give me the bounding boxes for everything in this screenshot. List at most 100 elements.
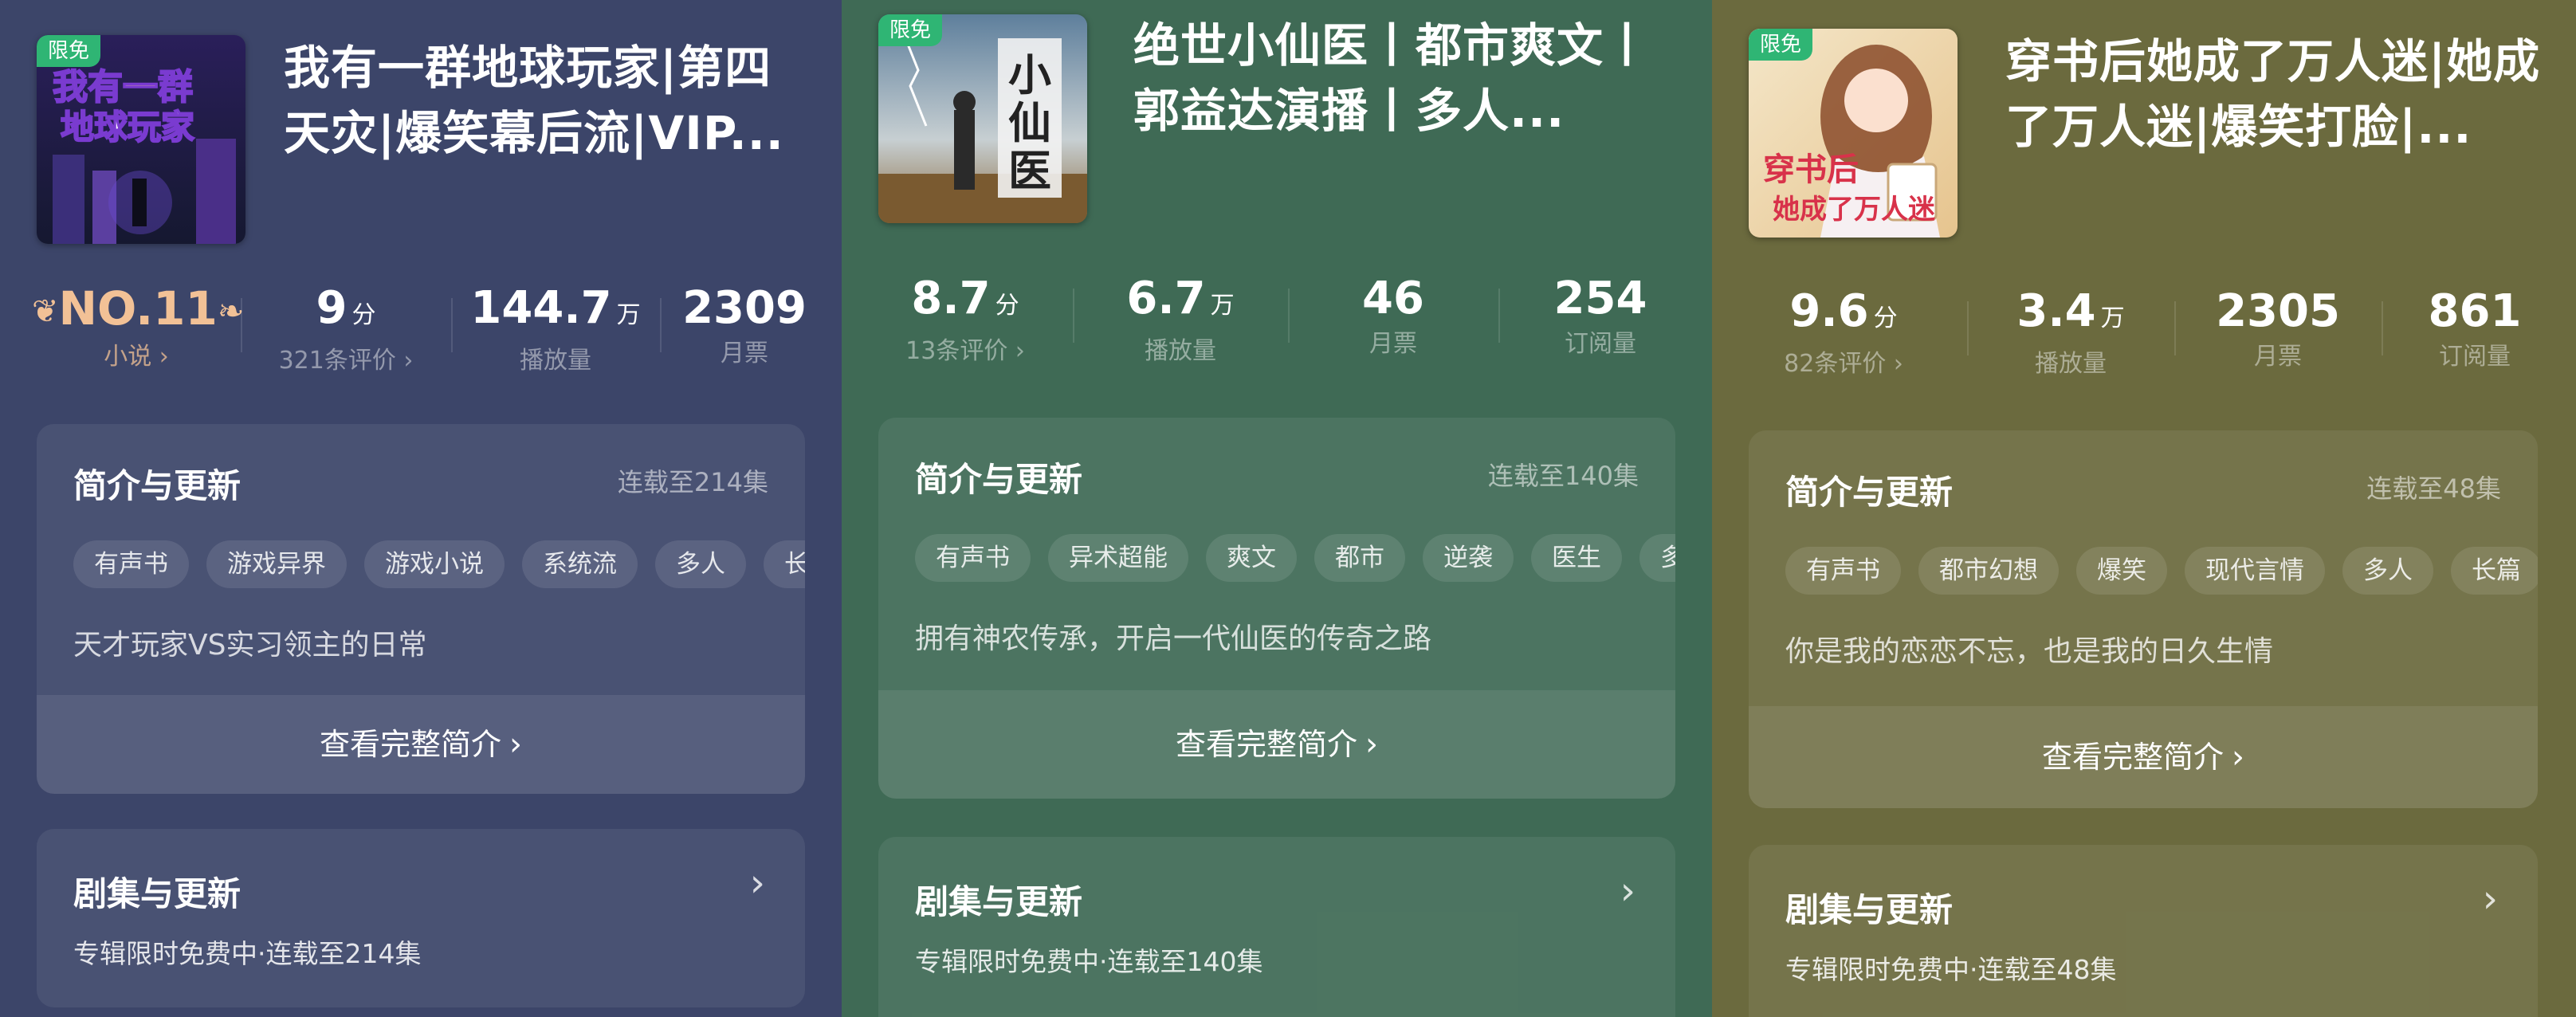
intro-card: 简介与更新 连载至140集 有声书 异术超能 爽文 都市 逆袭 医生 多人 拥有… (878, 418, 1675, 799)
episodes-subtitle: 专辑限时免费中·连载至214集 (73, 938, 422, 969)
intro-heading: 简介与更新 (73, 466, 242, 505)
svg-text:医: 医 (1008, 146, 1051, 196)
tag[interactable]: 有声书 (915, 534, 1031, 582)
rating-stat[interactable]: 9.6 分 82条评价 › (1720, 284, 1967, 395)
rank-value: NO.11 (58, 281, 218, 336)
rating-stat[interactable]: 9分 321条评价 › (241, 281, 451, 392)
free-badge: 限免 (878, 14, 942, 46)
rating-count: 13条评价 › (905, 337, 1025, 365)
episodes-card[interactable]: 剧集与更新 › 专辑限时免费中·连载至140集 (878, 837, 1675, 1017)
plays-stat: 6.7 万 播放量 (1073, 271, 1288, 383)
plays-value: 144.7 (470, 282, 612, 334)
view-full-intro-label: 查看完整简介 (2041, 740, 2224, 775)
tag[interactable]: 异术超能 (1048, 534, 1188, 582)
stats-row: ❦NO.11❧ 小说 › 9分 321条评价 › 144.7 万 播放量 2309… (32, 281, 829, 392)
episodes-heading: 剧集与更新 (1785, 890, 1954, 929)
monthly-tickets-stat: 2309 月票 (660, 281, 829, 392)
tag[interactable]: 游戏异界 (206, 540, 347, 588)
tag[interactable]: 长篇 (2451, 547, 2538, 595)
tag[interactable]: 医生 (1531, 534, 1622, 582)
serial-status: 连载至214集 (617, 467, 768, 497)
tag[interactable]: 爽文 (1206, 534, 1297, 582)
rating-unit: 分 (1873, 304, 1898, 332)
album-panel-1: 我有一群 地球玩家 限免 我有一群地球玩家|第四天灾|爆笑幕后流|VIP... … (0, 0, 842, 1017)
tag[interactable]: 都市 (1314, 534, 1405, 582)
view-full-intro-label: 查看完整简介 (319, 727, 501, 762)
chevron-right-icon: › (1620, 869, 1636, 913)
rating-stat[interactable]: 8.7 分 13条评价 › (858, 271, 1073, 383)
rank-stat[interactable]: ❦NO.11❧ 小说 › (32, 281, 244, 392)
serial-status: 连载至48集 (2366, 473, 2501, 504)
subscriptions-value: 861 (2428, 285, 2522, 337)
svg-text:地球玩家: 地球玩家 (61, 108, 194, 147)
tag[interactable]: 多人 (655, 540, 746, 588)
episodes-card[interactable]: 剧集与更新 › 专辑限时免费中·连载至48集 (1749, 845, 2538, 1017)
view-full-intro-label: 查看完整简介 (1175, 727, 1357, 762)
plays-stat: 3.4 万 播放量 (1967, 284, 2174, 395)
plays-stat: 144.7 万 播放量 (451, 281, 660, 392)
monthly-tickets-stat: 46 月票 (1288, 271, 1498, 383)
album-cover[interactable]: 穿书后 她成了万人迷 限免 (1749, 29, 1958, 238)
episodes-heading: 剧集与更新 (73, 874, 242, 913)
album-title: 我有一群地球玩家|第四天灾|爆笑幕后流|VIP... (284, 41, 784, 160)
monthly-tickets-value: 2309 (682, 282, 807, 334)
stats-row: 9.6 分 82条评价 › 3.4 万 播放量 2305 月票 861 订阅量 (1720, 284, 2568, 395)
plays-label: 播放量 (520, 347, 591, 375)
chevron-right-icon: › (509, 726, 522, 763)
free-badge: 限免 (37, 35, 100, 67)
tag[interactable]: 多人 (1639, 534, 1675, 582)
album-cover[interactable]: 我有一群 地球玩家 限免 (37, 35, 245, 244)
chevron-right-icon: › (2232, 739, 2244, 776)
tag[interactable]: 长篇 (764, 540, 805, 588)
tag[interactable]: 多人 (2342, 547, 2433, 595)
subscriptions-stat: 861 订阅量 (2382, 284, 2568, 395)
rating-value: 9.6 (1789, 285, 1869, 337)
laurel-left-icon: ❦ (32, 293, 59, 330)
serial-status: 连载至140集 (1487, 461, 1639, 491)
album-cover[interactable]: 小 仙 医 限免 (878, 14, 1087, 223)
album-title: 绝世小仙医丨都市爽文丨郭益达演播丨多人... (1133, 18, 1651, 138)
view-full-intro-button[interactable]: 查看完整简介 › (37, 695, 805, 794)
intro-description: 拥有神农传承，开启一代仙医的传奇之路 (915, 622, 1432, 655)
svg-text:我有一群: 我有一群 (53, 67, 193, 108)
tag-list: 有声书 都市幻想 爆笑 现代言情 多人 长篇 (1785, 547, 2538, 595)
tag[interactable]: 现代言情 (2185, 547, 2325, 595)
intro-description: 天才玩家VS实习领主的日常 (73, 629, 427, 662)
tag[interactable]: 爆笑 (2076, 547, 2167, 595)
svg-text:小: 小 (1008, 50, 1051, 100)
tag[interactable]: 系统流 (522, 540, 638, 588)
intro-description: 你是我的恋恋不忘，也是我的日久生情 (1785, 635, 2274, 668)
tag[interactable]: 都市幻想 (1918, 547, 2059, 595)
monthly-tickets-label: 月票 (721, 340, 768, 367)
tag[interactable]: 有声书 (73, 540, 189, 588)
svg-text:穿书后: 穿书后 (1763, 151, 1859, 188)
rating-value: 8.7 (911, 273, 991, 324)
view-full-intro-button[interactable]: 查看完整简介 › (878, 690, 1675, 799)
episodes-subtitle: 专辑限时免费中·连载至140集 (915, 946, 1263, 977)
plays-unit: 万 (2100, 304, 2125, 332)
plays-label: 播放量 (2035, 350, 2107, 378)
chevron-right-icon: › (749, 861, 765, 905)
intro-card: 简介与更新 连载至214集 有声书 游戏异界 游戏小说 系统流 多人 长篇 天才… (37, 424, 805, 794)
episodes-subtitle: 专辑限时免费中·连载至48集 (1785, 954, 2117, 985)
episodes-card[interactable]: 剧集与更新 › 专辑限时免费中·连载至214集 (37, 829, 805, 1007)
subscriptions-stat: 254 订阅量 (1498, 271, 1702, 383)
stats-row: 8.7 分 13条评价 › 6.7 万 播放量 46 月票 254 订阅量 (858, 271, 1702, 383)
svg-text:她成了万人迷: 她成了万人迷 (1773, 194, 1936, 226)
intro-heading: 简介与更新 (915, 460, 1083, 499)
plays-label: 播放量 (1145, 337, 1216, 365)
intro-card: 简介与更新 连载至48集 有声书 都市幻想 爆笑 现代言情 多人 长篇 你是我的… (1749, 430, 2538, 808)
tag[interactable]: 有声书 (1785, 547, 1901, 595)
intro-heading: 简介与更新 (1785, 473, 1954, 512)
tag[interactable]: 逆袭 (1423, 534, 1514, 582)
svg-text:仙: 仙 (1008, 98, 1051, 148)
tag[interactable]: 游戏小说 (364, 540, 505, 588)
monthly-tickets-label: 月票 (2254, 343, 2302, 371)
chevron-right-icon: › (1365, 726, 1378, 763)
rating-count: 321条评价 › (278, 347, 414, 375)
plays-value: 6.7 (1126, 273, 1206, 324)
free-badge: 限免 (1749, 29, 1812, 61)
episodes-heading: 剧集与更新 (915, 882, 1083, 921)
rating-count: 82条评价 › (1784, 350, 1903, 378)
view-full-intro-button[interactable]: 查看完整简介 › (1749, 706, 2538, 808)
